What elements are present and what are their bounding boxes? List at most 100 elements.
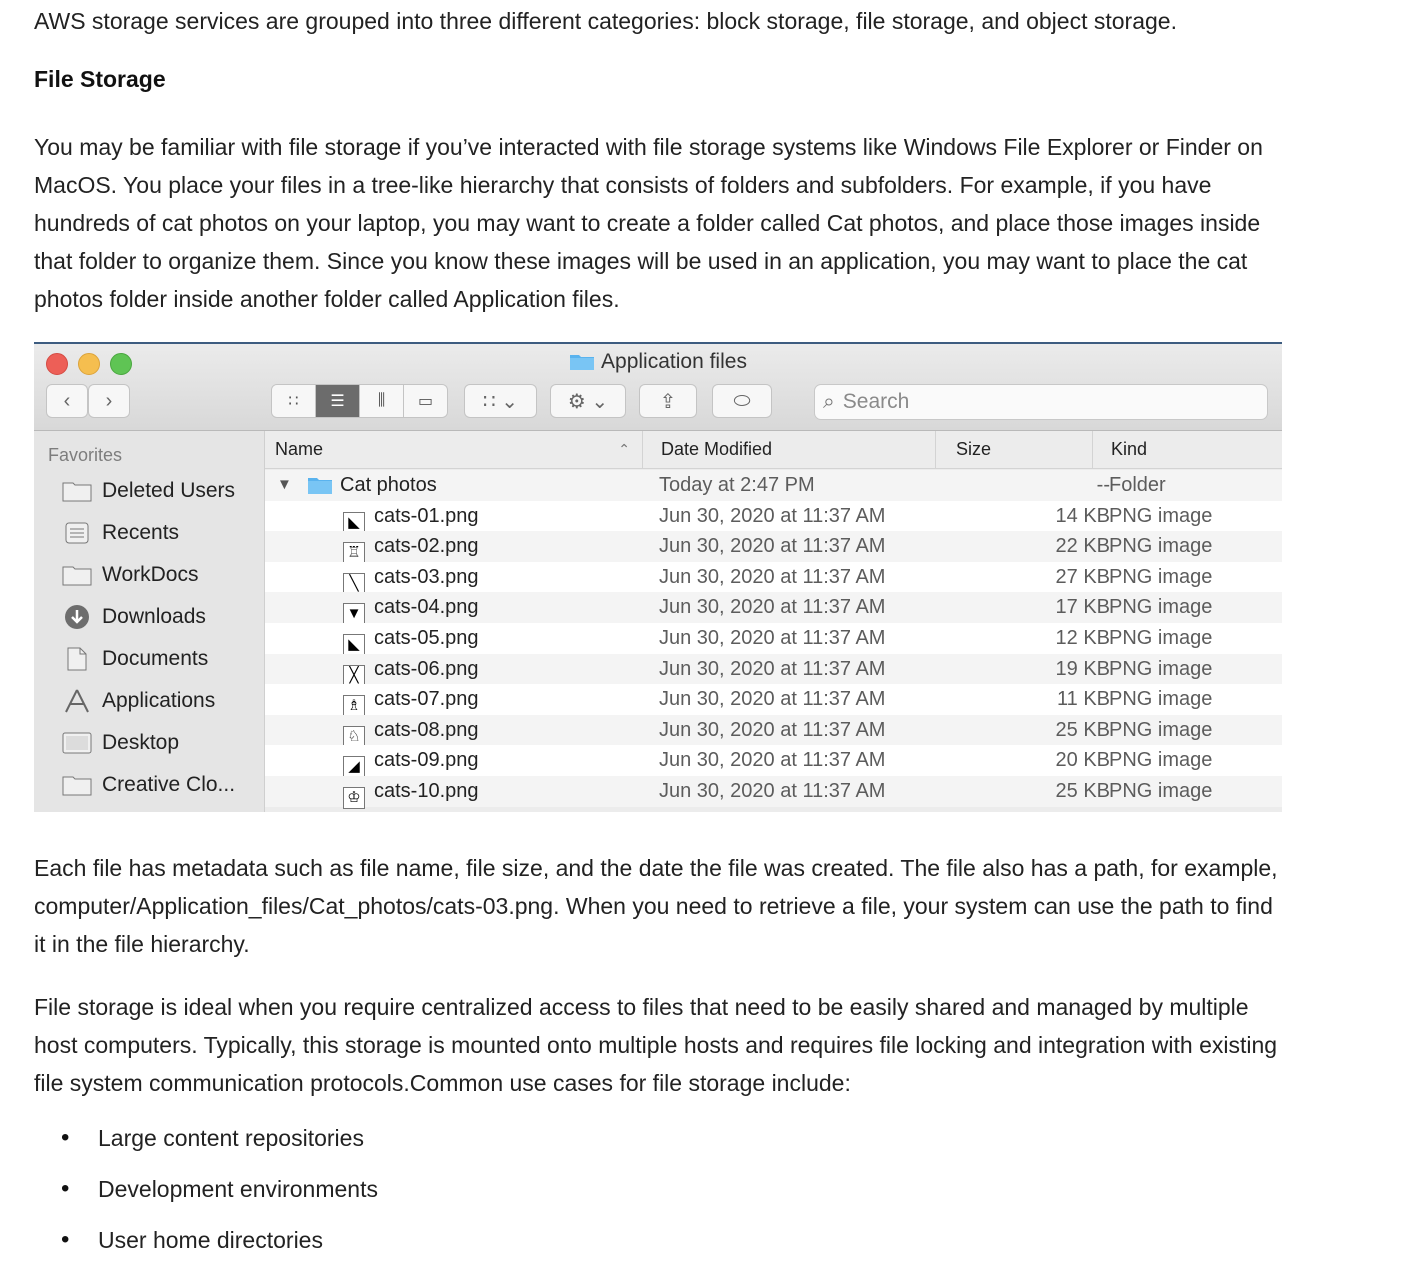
image-file-icon: ◢ bbox=[343, 745, 373, 779]
column-header-date[interactable]: Date Modified bbox=[643, 431, 936, 469]
file-list: ▼ Cat photos Today at 2:47 PM -- Folder … bbox=[265, 470, 1282, 809]
use-cases-paragraph: File storage is ideal when you require c… bbox=[34, 994, 1278, 1096]
table-row[interactable]: ▼ cats-04.png Jun 30, 2020 at 11:37 AM 17 K… bbox=[265, 592, 1282, 626]
file-kind: PNG image bbox=[1109, 657, 1213, 680]
file-size: 22 KB bbox=[1055, 535, 1110, 558]
file-size: 27 KB bbox=[1055, 565, 1110, 588]
file-size: 14 KB bbox=[1055, 504, 1110, 527]
column-header-name[interactable]: Name ⌃ bbox=[265, 431, 643, 469]
file-size: 19 KB bbox=[1055, 657, 1110, 680]
file-size: 11 KB bbox=[1057, 688, 1110, 711]
file-kind: PNG image bbox=[1109, 535, 1213, 558]
group-button[interactable]: ∷ ⌄ bbox=[464, 384, 537, 418]
table-row[interactable]: ♔ cats-10.png Jun 30, 2020 at 11:37 AM 25 K… bbox=[265, 775, 1282, 809]
file-size: 17 KB bbox=[1055, 596, 1110, 619]
chevron-left-icon: ‹ bbox=[63, 389, 71, 412]
file-name: cats-04.png bbox=[374, 596, 479, 619]
file-date: Jun 30, 2020 at 11:37 AM bbox=[659, 749, 886, 772]
sort-ascending-icon: ⌃ bbox=[618, 441, 630, 457]
tag-icon: ⬭ bbox=[733, 389, 751, 412]
view-mode-group: ∷ ☰ ⫼ ▭ bbox=[271, 384, 448, 418]
folder-name: Cat photos bbox=[340, 474, 437, 496]
image-file-icon: ╳ bbox=[343, 654, 373, 687]
window-title-text: Application files bbox=[601, 350, 747, 373]
file-size: 25 KB bbox=[1055, 779, 1110, 802]
finder-toolbar: Application files ‹ › ∷ ☰ ⫼ ▭ ∷ ⌄ ⚙ ⌄ ⇪ … bbox=[34, 344, 1282, 431]
applications-icon bbox=[62, 688, 92, 714]
file-kind: PNG image bbox=[1109, 779, 1213, 802]
action-button[interactable]: ⚙ ⌄ bbox=[550, 384, 626, 418]
table-row[interactable]: ◢ cats-09.png Jun 30, 2020 at 11:37 AM 20 K… bbox=[265, 745, 1282, 779]
sidebar-item-label: Documents bbox=[102, 647, 209, 670]
sidebar-item-label: Recents bbox=[102, 521, 180, 544]
folder-icon bbox=[62, 772, 92, 798]
tags-button[interactable]: ⬭ bbox=[712, 384, 772, 418]
file-storage-paragraph: You may be familiar with file storage if… bbox=[34, 134, 1263, 312]
sidebar-item-recents[interactable]: Recents bbox=[62, 520, 179, 546]
table-row[interactable]: ╲ cats-03.png Jun 30, 2020 at 11:37 AM 27 K… bbox=[265, 561, 1282, 595]
table-row[interactable]: ◣ cats-01.png Jun 30, 2020 at 11:37 AM 14 K… bbox=[265, 500, 1282, 534]
table-row[interactable]: ╳ cats-06.png Jun 30, 2020 at 11:37 AM 19 K… bbox=[265, 653, 1282, 687]
favorites-label: Favorites bbox=[48, 445, 123, 465]
chevron-right-icon: › bbox=[105, 389, 113, 412]
file-date: Jun 30, 2020 at 11:37 AM bbox=[659, 565, 886, 588]
list-item: User home directories bbox=[34, 1226, 378, 1278]
table-row[interactable]: ◣ cats-05.png Jun 30, 2020 at 11:37 AM 12 K… bbox=[265, 622, 1282, 656]
use-case-list: Large content repositories Development e… bbox=[34, 1124, 378, 1278]
file-name: cats-01.png bbox=[374, 504, 479, 527]
sidebar-item-desktop[interactable]: Desktop bbox=[62, 730, 179, 756]
image-file-icon: ◣ bbox=[343, 623, 373, 656]
file-kind: PNG image bbox=[1109, 718, 1213, 741]
table-row[interactable]: ♖ cats-02.png Jun 30, 2020 at 11:37 AM 22 K… bbox=[265, 531, 1282, 565]
file-size: 25 KB bbox=[1055, 718, 1110, 741]
group-icon: ∷ ⌄ bbox=[482, 390, 519, 413]
list-view-button[interactable]: ☰ bbox=[316, 385, 360, 417]
list-item: Development environments bbox=[34, 1175, 378, 1227]
image-file-icon: ♖ bbox=[343, 531, 373, 565]
sidebar-item-label: WorkDocs bbox=[102, 563, 199, 586]
desktop-icon bbox=[62, 730, 92, 756]
column-view-button[interactable]: ⫼ bbox=[360, 385, 404, 417]
share-button[interactable]: ⇪ bbox=[639, 384, 697, 418]
file-kind: PNG image bbox=[1109, 565, 1213, 588]
sidebar-item-applications[interactable]: Applications bbox=[62, 688, 215, 714]
sidebar-item-documents[interactable]: Documents bbox=[62, 646, 208, 672]
file-kind: PNG image bbox=[1109, 688, 1213, 711]
column-header-kind[interactable]: Kind bbox=[1093, 431, 1282, 469]
gear-icon: ⚙ ⌄ bbox=[567, 390, 609, 413]
gallery-view-button[interactable]: ▭ bbox=[404, 385, 447, 417]
folder-icon bbox=[307, 470, 333, 501]
finder-window: Application files ‹ › ∷ ☰ ⫼ ▭ ∷ ⌄ ⚙ ⌄ ⇪ … bbox=[34, 342, 1282, 812]
column-name-label: Name bbox=[275, 439, 324, 459]
forward-button[interactable]: › bbox=[88, 384, 130, 418]
column-date-label: Date Modified bbox=[661, 439, 773, 459]
sidebar-item-label: Desktop bbox=[102, 731, 180, 754]
file-name: cats-07.png bbox=[374, 688, 479, 711]
file-name: cats-06.png bbox=[374, 657, 479, 680]
table-row[interactable]: ♘ cats-08.png Jun 30, 2020 at 11:37 AM 25 K… bbox=[265, 714, 1282, 748]
sidebar-item-workdocs[interactable]: WorkDocs bbox=[62, 562, 198, 588]
file-date: Jun 30, 2020 at 11:37 AM bbox=[659, 626, 886, 649]
file-name: cats-03.png bbox=[374, 565, 479, 588]
file-date: Jun 30, 2020 at 11:37 AM bbox=[659, 535, 886, 558]
icon-view-button[interactable]: ∷ bbox=[272, 385, 316, 417]
sidebar-item-creative-cloud[interactable]: Creative Clo... bbox=[62, 772, 235, 798]
sidebar-item-downloads[interactable]: Downloads bbox=[62, 604, 206, 630]
file-date: Jun 30, 2020 at 11:37 AM bbox=[659, 657, 886, 680]
intro-paragraph: AWS storage services are grouped into th… bbox=[34, 8, 1177, 34]
file-kind: PNG image bbox=[1109, 626, 1213, 649]
disclosure-triangle-icon[interactable]: ▼ bbox=[277, 470, 292, 501]
file-size: 12 KB bbox=[1055, 626, 1110, 649]
table-row[interactable]: ♗ cats-07.png Jun 30, 2020 at 11:37 AM 11 K… bbox=[265, 684, 1282, 718]
image-file-icon: ♗ bbox=[343, 684, 373, 718]
column-header-size[interactable]: Size bbox=[936, 431, 1093, 469]
back-button[interactable]: ‹ bbox=[46, 384, 88, 418]
sidebar-item-deleted-users[interactable]: Deleted Users bbox=[62, 478, 235, 504]
sidebar-item-label: Creative Clo... bbox=[102, 773, 236, 796]
search-field[interactable]: ⌕ Search bbox=[814, 384, 1268, 420]
folder-row[interactable]: ▼ Cat photos Today at 2:47 PM -- Folder bbox=[265, 470, 1282, 501]
folder-date: Today at 2:47 PM bbox=[659, 474, 815, 496]
sidebar-item-label: Applications bbox=[102, 689, 216, 712]
file-date: Jun 30, 2020 at 11:37 AM bbox=[659, 504, 886, 527]
file-name: cats-02.png bbox=[374, 535, 479, 558]
